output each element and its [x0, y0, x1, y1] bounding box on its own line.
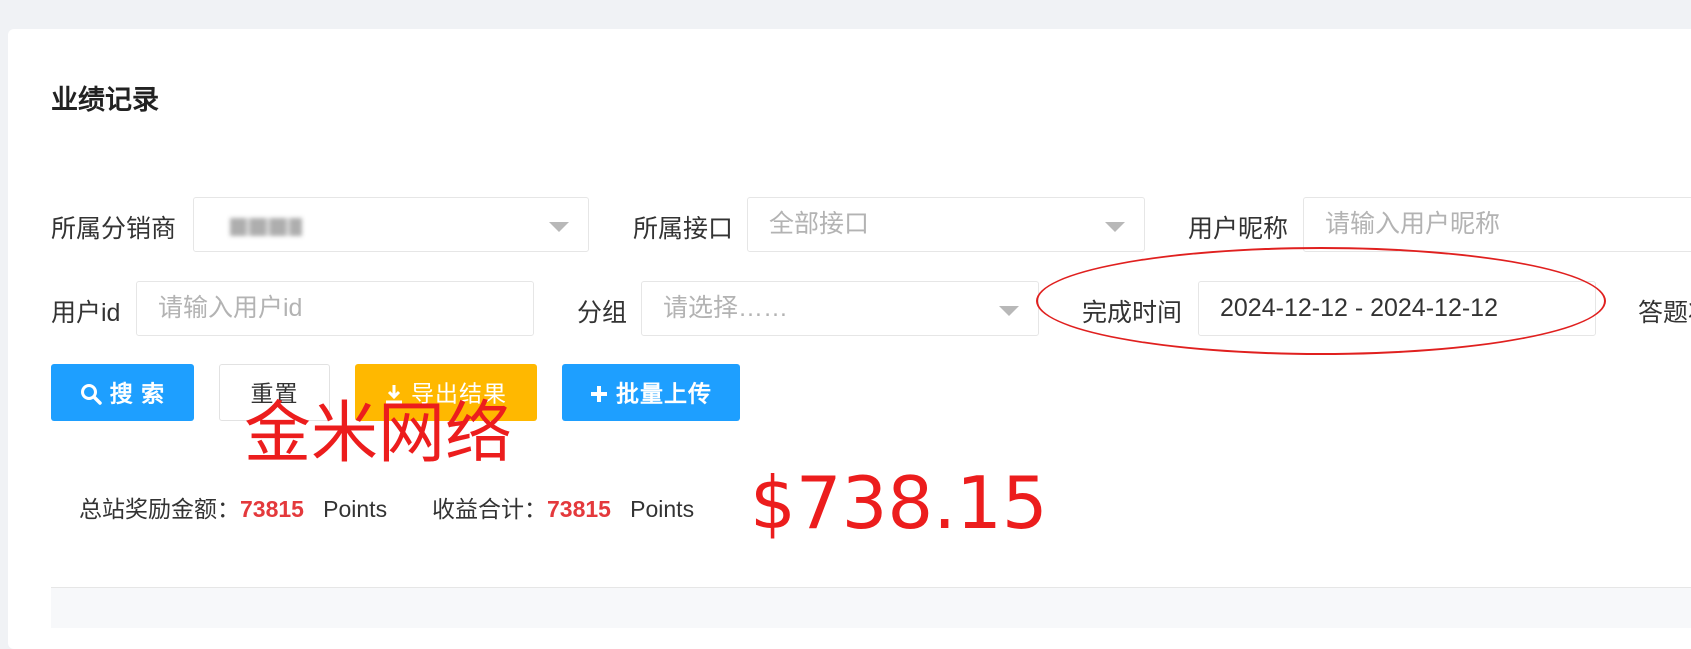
batch-upload-button[interactable]: 批量上传: [562, 364, 740, 421]
chevron-down-icon: [999, 306, 1019, 316]
search-button-label: 搜 索: [109, 380, 166, 407]
blurred-distributor-name: [230, 218, 302, 236]
interface-select[interactable]: 全部接口: [747, 197, 1145, 252]
reward-summary: 总站奖励金额：73815 Points: [79, 490, 387, 524]
group-label: 分组: [577, 299, 628, 327]
reset-button[interactable]: 重置: [219, 364, 330, 421]
export-button[interactable]: 导出结果: [355, 364, 537, 421]
page-title: 业绩记录: [51, 85, 159, 115]
interface-value: 全部接口: [769, 210, 870, 238]
finish-time-label: 完成时间: [1082, 299, 1183, 327]
nickname-placeholder: 请输入用户昵称: [1325, 210, 1501, 238]
finish-time-range-input[interactable]: 2024-12-12 - 2024-12-12: [1198, 281, 1596, 336]
interface-label: 所属接口: [633, 215, 734, 243]
plus-icon: [591, 385, 607, 402]
reward-label: 总站奖励金额：: [79, 496, 240, 522]
search-button[interactable]: 搜 索: [51, 364, 194, 421]
reset-button-label: 重置: [250, 380, 299, 407]
search-icon: [80, 383, 102, 405]
user-id-input[interactable]: 请输入用户id: [136, 281, 534, 336]
income-unit: Points: [630, 496, 695, 522]
chevron-down-icon: [549, 222, 569, 232]
chevron-down-icon: [1105, 222, 1125, 232]
nickname-input[interactable]: 请输入用户昵称: [1303, 197, 1691, 252]
batch-upload-button-label: 批量上传: [616, 380, 712, 407]
group-placeholder: 请选择……: [663, 294, 789, 322]
amount-annotation: $738.15: [750, 461, 1048, 545]
income-summary: 收益合计：73815 Points: [432, 490, 694, 524]
income-label: 收益合计：: [432, 496, 547, 522]
user-id-placeholder: 请输入用户id: [158, 294, 303, 322]
nickname-label: 用户昵称: [1188, 215, 1289, 243]
user-id-label: 用户id: [51, 299, 121, 327]
answer-status-label: 答题状: [1638, 299, 1691, 327]
group-select[interactable]: 请选择……: [641, 281, 1039, 336]
finish-time-value: 2024-12-12 - 2024-12-12: [1220, 294, 1498, 322]
export-button-label: 导出结果: [411, 380, 507, 407]
income-value: 73815: [547, 496, 611, 522]
download-icon: [386, 384, 402, 404]
reward-value: 73815: [240, 496, 304, 522]
table-header: [51, 587, 1691, 628]
reward-unit: Points: [323, 496, 388, 522]
content-card: [8, 29, 1691, 649]
distributor-select[interactable]: [193, 197, 589, 252]
distributor-label: 所属分销商: [51, 215, 177, 243]
